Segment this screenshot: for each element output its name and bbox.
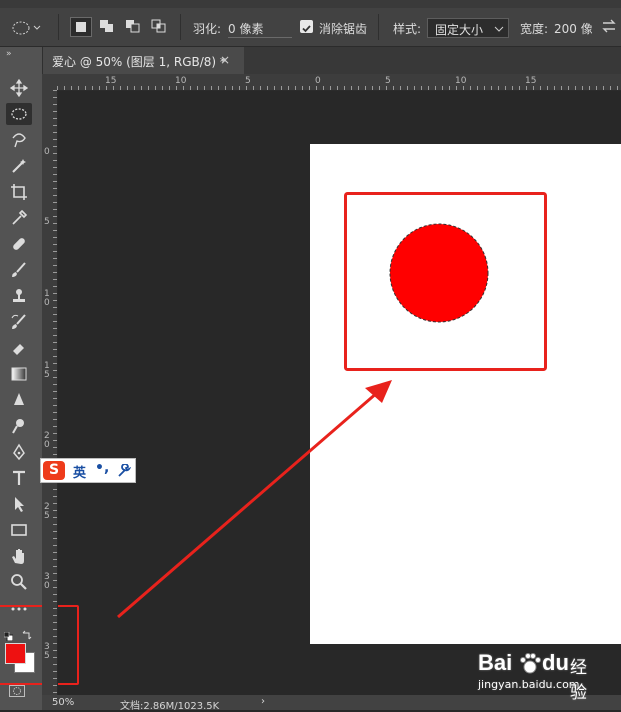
sogou-logo-icon: S [43,461,65,480]
watermark-brand: Bai [478,650,513,675]
status-menu-chevron-icon[interactable]: › [261,696,265,707]
annotation-arrow [117,390,379,619]
zoom-level[interactable]: 50% [52,697,74,708]
watermark-product: 经验 [570,658,587,703]
paw-icon [520,653,541,674]
baidu-watermark: Bai du 经验 jingyan.baidu.com [478,650,587,703]
ime-mode-label[interactable]: 英 [73,462,86,481]
wrench-icon[interactable] [117,464,131,478]
ime-punctuation-icon[interactable]: •, [95,460,109,476]
watermark-brand-2: du [542,650,569,675]
status-bar: 50% 文档:2.86M/1023.5K › [42,695,621,712]
canvas-overlay [117,192,547,619]
watermark-url: jingyan.baidu.com [478,678,580,691]
ime-toolbar[interactable]: S 英 •, [40,458,136,483]
